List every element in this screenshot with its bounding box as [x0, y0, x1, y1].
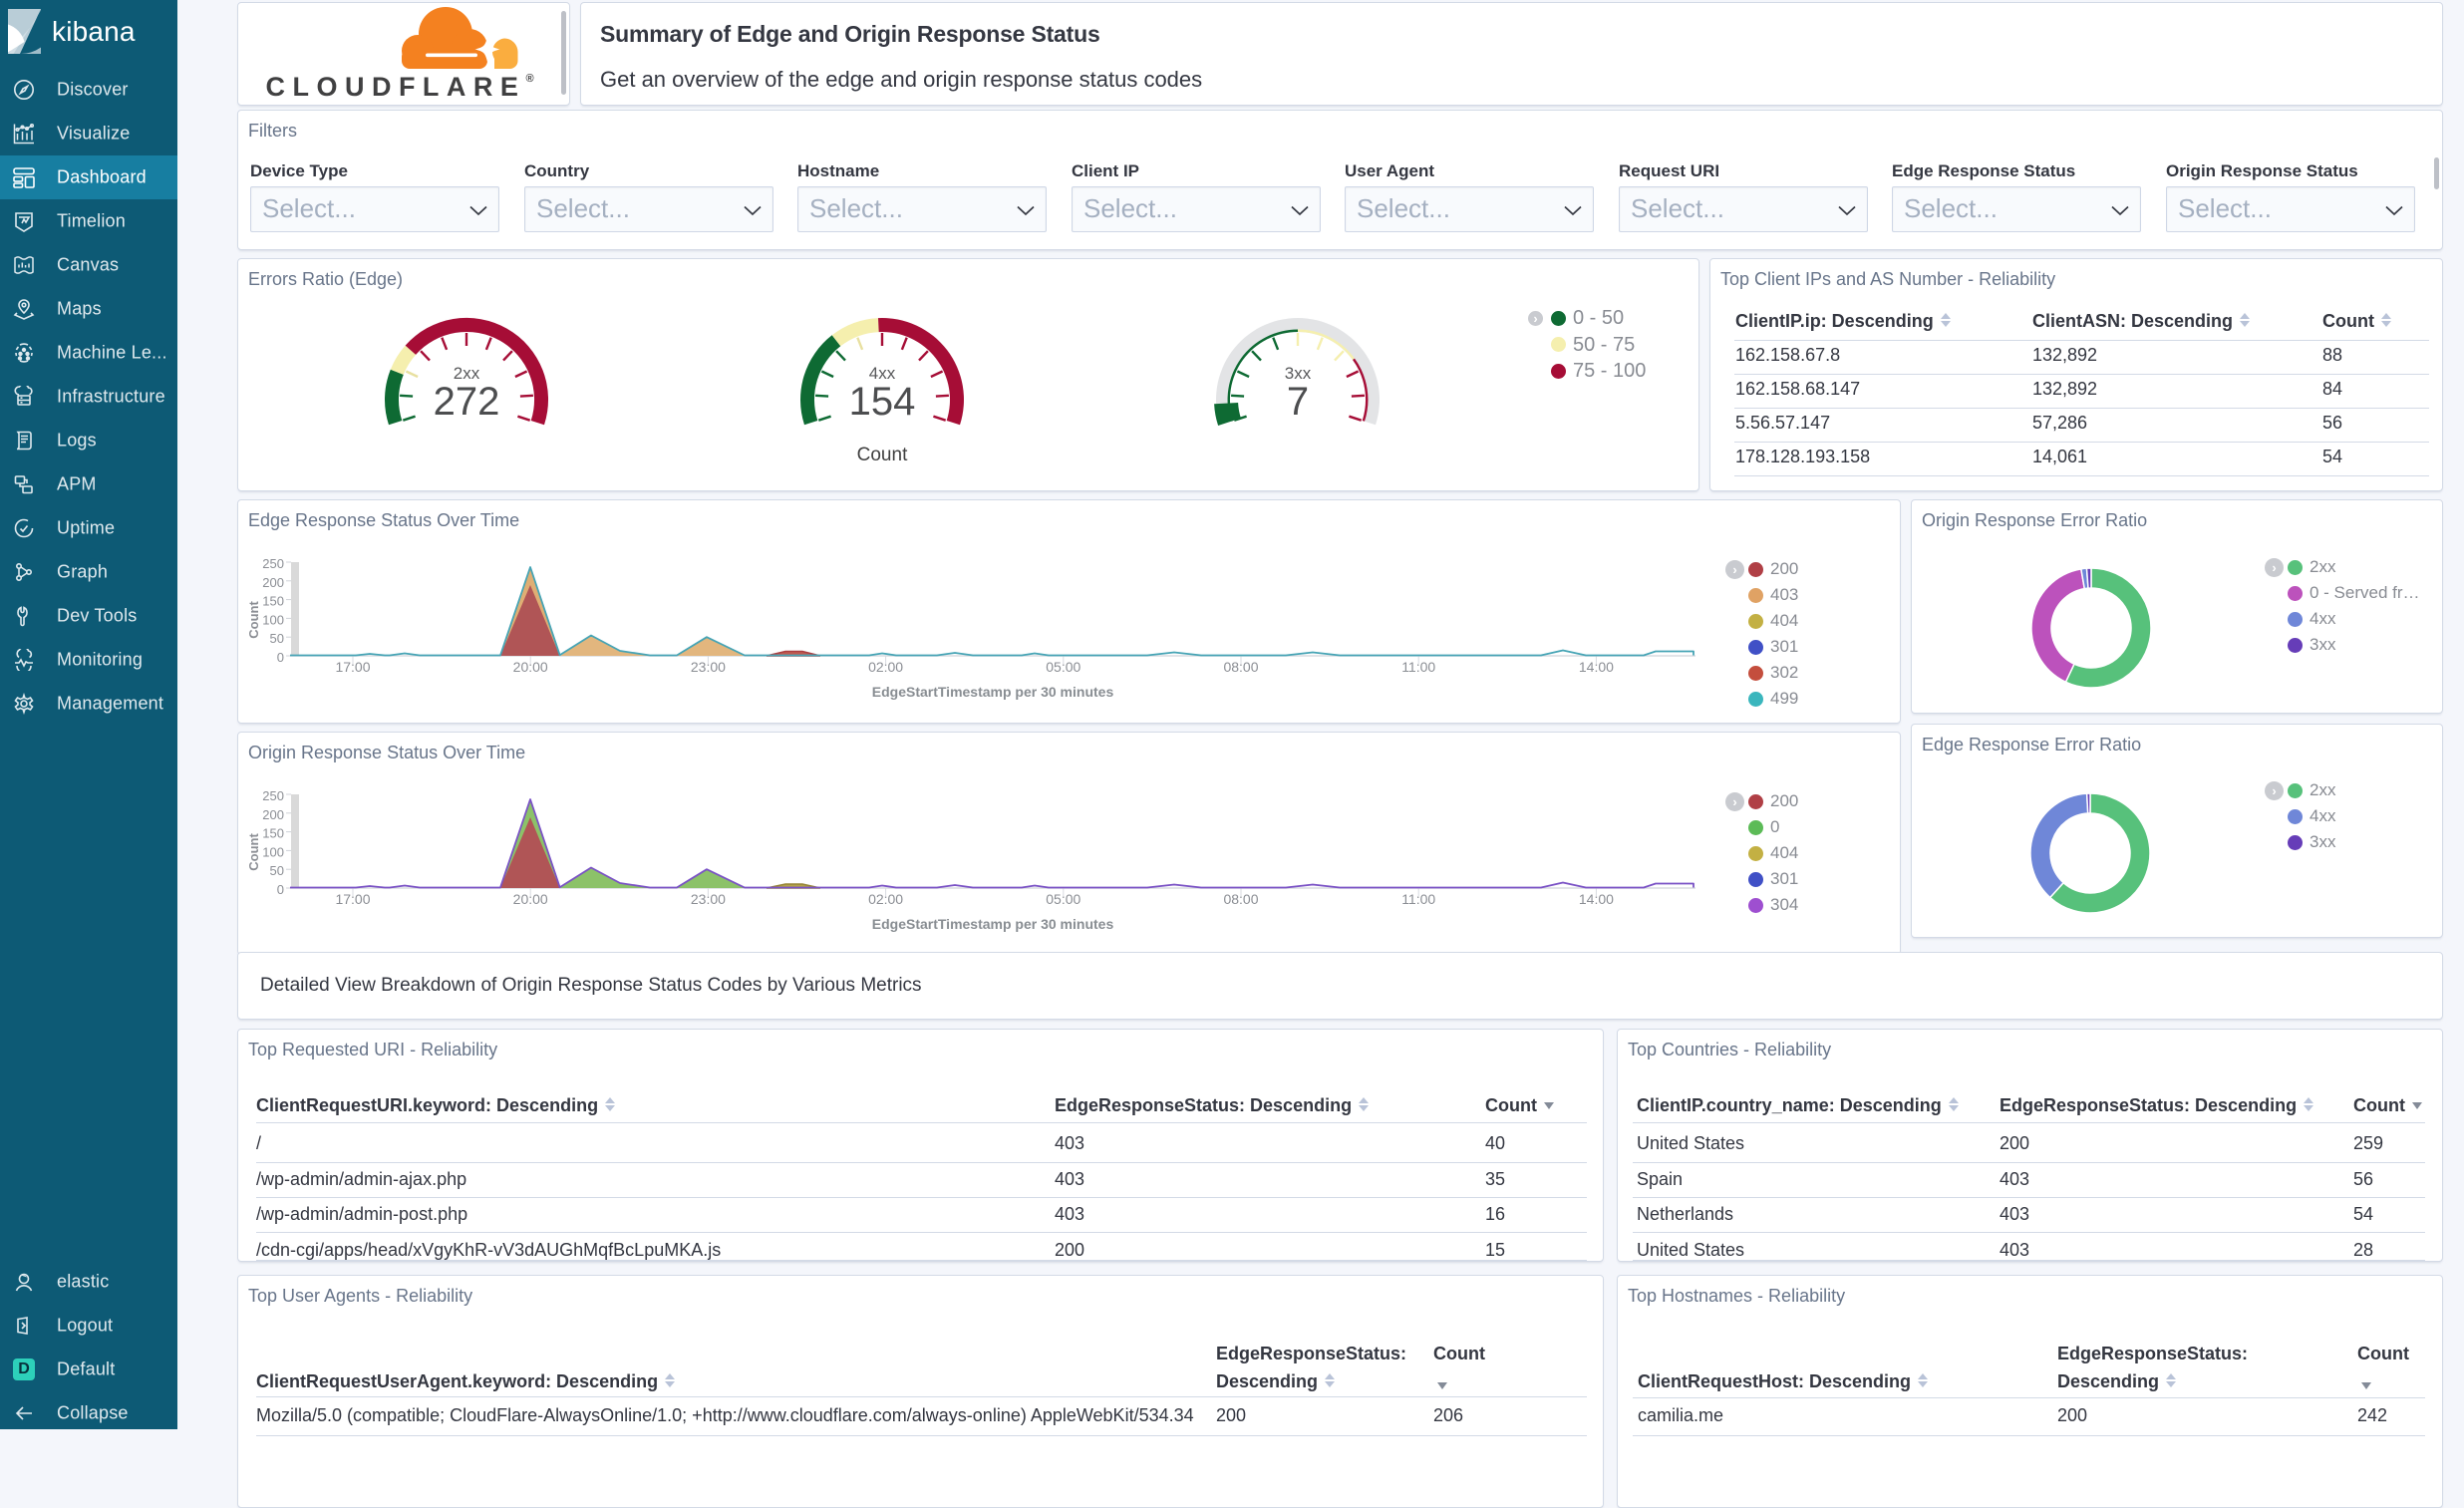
svg-text:14:00: 14:00: [1579, 891, 1614, 907]
svg-text:23:00: 23:00: [691, 891, 726, 907]
svg-text:150: 150: [262, 826, 284, 841]
svg-text:200: 200: [262, 575, 284, 590]
svg-text:50: 50: [270, 863, 284, 878]
svg-text:Count: Count: [246, 601, 261, 639]
svg-text:100: 100: [262, 612, 284, 627]
svg-text:100: 100: [262, 844, 284, 859]
svg-text:08:00: 08:00: [1223, 891, 1258, 907]
svg-text:200: 200: [262, 807, 284, 822]
svg-text:05:00: 05:00: [1046, 659, 1080, 675]
svg-text:EdgeStartTimestamp per 30 minu: EdgeStartTimestamp per 30 minutes: [872, 684, 1114, 700]
svg-text:14:00: 14:00: [1579, 659, 1614, 675]
svg-text:Count: Count: [246, 833, 261, 871]
svg-text:0: 0: [277, 650, 284, 665]
svg-text:EdgeStartTimestamp per 30 minu: EdgeStartTimestamp per 30 minutes: [872, 916, 1114, 932]
svg-text:20:00: 20:00: [513, 659, 548, 675]
svg-text:02:00: 02:00: [868, 891, 903, 907]
svg-text:250: 250: [262, 788, 284, 803]
svg-text:250: 250: [262, 556, 284, 571]
svg-text:02:00: 02:00: [868, 659, 903, 675]
svg-text:11:00: 11:00: [1401, 891, 1435, 907]
svg-text:11:00: 11:00: [1401, 659, 1435, 675]
svg-text:150: 150: [262, 594, 284, 609]
svg-text:23:00: 23:00: [691, 659, 726, 675]
svg-text:0: 0: [277, 882, 284, 897]
svg-text:20:00: 20:00: [513, 891, 548, 907]
svg-text:17:00: 17:00: [335, 891, 370, 907]
svg-text:17:00: 17:00: [335, 659, 370, 675]
svg-text:50: 50: [270, 631, 284, 646]
svg-text:08:00: 08:00: [1223, 659, 1258, 675]
svg-text:05:00: 05:00: [1046, 891, 1080, 907]
